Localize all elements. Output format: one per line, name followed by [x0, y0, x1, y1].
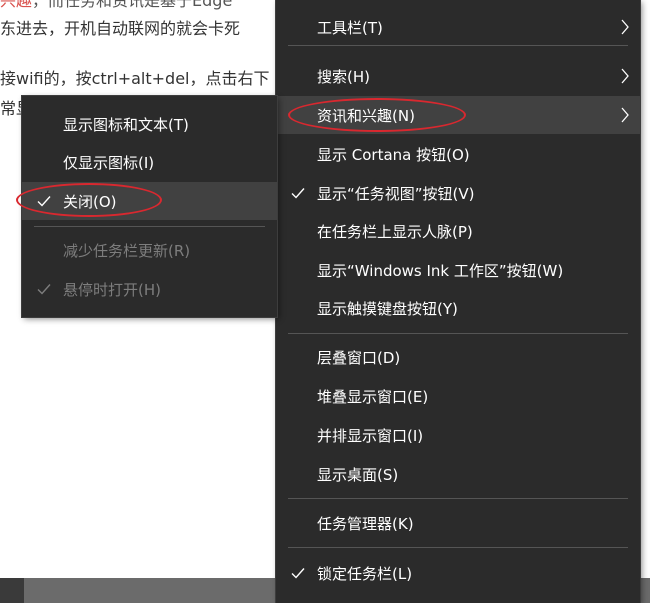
menu-item-toolbars[interactable]: 工具栏(T): [276, 8, 640, 46]
article-line-1: 兴趣，而任务和资讯是基于Edge: [0, 0, 232, 12]
menu-item-label: 悬停时打开(H): [63, 280, 161, 299]
menu-item-show-cortana-button[interactable]: 显示 Cortana 按钮(O): [276, 135, 640, 173]
menu-item-show-people[interactable]: 在任务栏上显示人脉(P): [276, 212, 640, 250]
menu-item-label: 显示 Cortana 按钮(O): [317, 145, 470, 164]
menu-separator: [34, 226, 265, 227]
chevron-right-icon: [621, 19, 629, 35]
menu-item-show-windows-ink[interactable]: 显示“Windows Ink 工作区”按钮(W): [276, 251, 640, 289]
menu-item-label: 显示触摸键盘按钮(Y): [317, 299, 458, 318]
menu-separator: [288, 547, 628, 548]
menu-item-label: 在任务栏上显示人脉(P): [317, 222, 473, 241]
chevron-right-icon: [621, 107, 629, 123]
menu-item-label: 关闭(O): [63, 192, 117, 211]
menu-item-label: 并排显示窗口(I): [317, 426, 424, 445]
menu-item-show-task-view-button[interactable]: 显示“任务视图”按钮(V): [276, 174, 640, 212]
menu-item-news-and-interests[interactable]: 资讯和兴趣(N): [276, 96, 640, 134]
checkmark-icon: [291, 188, 305, 199]
menu-item-label: 显示图标和文本(T): [63, 115, 189, 134]
submenu-item-turn-off[interactable]: 关闭(O): [22, 182, 277, 220]
article-line-1-rest: ，而任务和资讯是基于Edge: [32, 0, 233, 10]
menu-item-label: 减少任务栏更新(R): [63, 241, 191, 260]
taskbar-start-area[interactable]: [0, 578, 24, 603]
menu-item-label: 资讯和兴趣(N): [317, 106, 415, 125]
menu-item-label: 仅显示图标(I): [63, 153, 155, 172]
taskbar-context-menu: 工具栏(T) 搜索(H) 资讯和兴趣(N) 显示 Cortana 按钮(O) 显…: [276, 0, 640, 603]
menu-item-label: 层叠窗口(D): [317, 348, 401, 367]
menu-item-label: 显示“任务视图”按钮(V): [317, 184, 475, 203]
menu-separator: [288, 333, 628, 334]
menu-item-stack-windows[interactable]: 堆叠显示窗口(E): [276, 377, 640, 415]
menu-item-side-by-side-windows[interactable]: 并排显示窗口(I): [276, 416, 640, 454]
checkmark-icon: [291, 568, 305, 579]
menu-item-task-manager[interactable]: 任务管理器(K): [276, 504, 640, 542]
menu-item-label: 搜索(H): [317, 67, 370, 86]
menu-separator: [288, 498, 628, 499]
submenu-item-reduce-taskbar-updates: 减少任务栏更新(R): [22, 231, 277, 269]
menu-item-show-desktop[interactable]: 显示桌面(S): [276, 455, 640, 493]
menu-item-label: 工具栏(T): [317, 18, 383, 37]
menu-separator: [288, 45, 628, 46]
menu-item-label: 任务管理器(K): [317, 514, 414, 533]
menu-item-lock-taskbar[interactable]: 锁定任务栏(L): [276, 554, 640, 592]
menu-item-label: 堆叠显示窗口(E): [317, 387, 429, 406]
news-and-interests-submenu: 显示图标和文本(T) 仅显示图标(I) 关闭(O) 减少任务栏更新(R) 悬停时…: [22, 96, 277, 317]
menu-item-show-touch-keyboard[interactable]: 显示触摸键盘按钮(Y): [276, 289, 640, 327]
menu-item-label: 显示桌面(S): [317, 465, 399, 484]
menu-item-search[interactable]: 搜索(H): [276, 57, 640, 95]
submenu-item-show-icon-and-text[interactable]: 显示图标和文本(T): [22, 105, 277, 143]
article-highlight-word: 兴趣: [0, 0, 33, 10]
menu-item-label: 锁定任务栏(L): [317, 564, 413, 583]
submenu-item-show-icon-only[interactable]: 仅显示图标(I): [22, 143, 277, 181]
submenu-item-open-on-hover: 悬停时打开(H): [22, 270, 277, 308]
checkmark-icon: [37, 284, 51, 295]
checkmark-icon: [37, 196, 51, 207]
chevron-right-icon: [621, 68, 629, 84]
article-line-2: 东进去，开机自动联网的就会卡死: [0, 19, 241, 38]
article-line-3: 接wifi的，按ctrl+alt+del，点击右下: [0, 69, 270, 88]
menu-item-label: 显示“Windows Ink 工作区”按钮(W): [317, 261, 564, 280]
menu-item-cascade-windows[interactable]: 层叠窗口(D): [276, 338, 640, 376]
